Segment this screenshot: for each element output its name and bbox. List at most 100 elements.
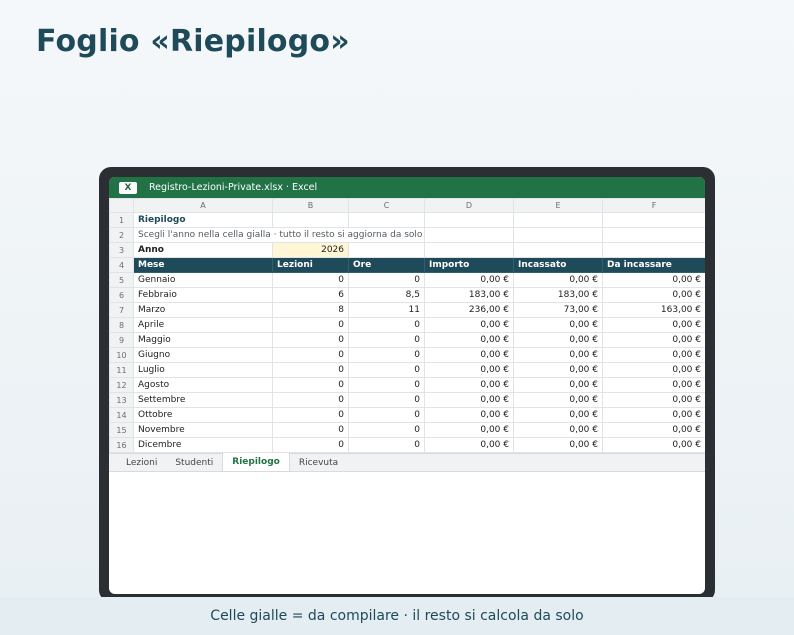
column-header-d[interactable]: D — [424, 198, 514, 213]
cell-incassato[interactable]: 0,00 € — [513, 407, 603, 423]
cell-da-incassare[interactable]: 0,00 € — [602, 392, 705, 408]
cell-a1-sheet-title[interactable]: Riepilogo — [133, 212, 273, 228]
header-mese[interactable]: Mese — [133, 257, 273, 273]
cell-incassato[interactable]: 0,00 € — [513, 437, 603, 453]
row-number[interactable]: 14 — [109, 407, 134, 423]
cell-da-incassare[interactable]: 0,00 € — [602, 422, 705, 438]
cell-importo[interactable]: 0,00 € — [424, 347, 514, 363]
select-all-corner[interactable] — [109, 198, 134, 213]
cell-mese[interactable]: Giugno — [133, 347, 273, 363]
cell-importo[interactable]: 236,00 € — [424, 302, 514, 318]
row-number[interactable]: 8 — [109, 317, 134, 333]
cell[interactable] — [272, 212, 349, 228]
row-number[interactable]: 4 — [109, 257, 134, 273]
column-header-c[interactable]: C — [348, 198, 425, 213]
cell-mese[interactable]: Settembre — [133, 392, 273, 408]
cell-incassato[interactable]: 0,00 € — [513, 332, 603, 348]
cell[interactable] — [424, 227, 514, 243]
cell[interactable] — [602, 227, 705, 243]
sheet-tab-lezioni[interactable]: Lezioni — [117, 454, 166, 471]
cell-lezioni[interactable]: 0 — [272, 347, 349, 363]
cell[interactable] — [513, 242, 603, 258]
cell-da-incassare[interactable]: 0,00 € — [602, 317, 705, 333]
cell-da-incassare[interactable]: 0,00 € — [602, 407, 705, 423]
cell-lezioni[interactable]: 0 — [272, 407, 349, 423]
cell-mese[interactable]: Dicembre — [133, 437, 273, 453]
cell-lezioni[interactable]: 0 — [272, 317, 349, 333]
row-number[interactable]: 9 — [109, 332, 134, 348]
cell-mese[interactable]: Maggio — [133, 332, 273, 348]
row-number[interactable]: 12 — [109, 377, 134, 393]
cell[interactable] — [513, 227, 603, 243]
cell-mese[interactable]: Ottobre — [133, 407, 273, 423]
sheet-tab-studenti[interactable]: Studenti — [166, 454, 222, 471]
row-number[interactable]: 6 — [109, 287, 134, 303]
cell-lezioni[interactable]: 0 — [272, 362, 349, 378]
cell-incassato[interactable]: 0,00 € — [513, 377, 603, 393]
cell-incassato[interactable]: 0,00 € — [513, 392, 603, 408]
cell-ore[interactable]: 0 — [348, 362, 425, 378]
cell-importo[interactable]: 0,00 € — [424, 377, 514, 393]
cell-incassato[interactable]: 183,00 € — [513, 287, 603, 303]
cell-lezioni[interactable]: 8 — [272, 302, 349, 318]
cell-a3-year-label[interactable]: Anno — [133, 242, 273, 258]
cell-incassato[interactable]: 0,00 € — [513, 422, 603, 438]
cell-mese[interactable]: Marzo — [133, 302, 273, 318]
row-number[interactable]: 7 — [109, 302, 134, 318]
cell-lezioni[interactable]: 0 — [272, 392, 349, 408]
sheet-tab-ricevuta[interactable]: Ricevuta — [290, 454, 347, 471]
cell-incassato[interactable]: 0,00 € — [513, 362, 603, 378]
cell-ore[interactable]: 0 — [348, 422, 425, 438]
cell-ore[interactable]: 11 — [348, 302, 425, 318]
cell-incassato[interactable]: 73,00 € — [513, 302, 603, 318]
cell-importo[interactable]: 0,00 € — [424, 437, 514, 453]
column-header-e[interactable]: E — [513, 198, 603, 213]
header-importo[interactable]: Importo — [424, 257, 514, 273]
cell[interactable] — [424, 212, 514, 228]
cell-lezioni[interactable]: 0 — [272, 332, 349, 348]
cell-ore[interactable]: 0 — [348, 272, 425, 288]
cell-da-incassare[interactable]: 163,00 € — [602, 302, 705, 318]
column-header-b[interactable]: B — [272, 198, 349, 213]
cell[interactable] — [602, 212, 705, 228]
cell[interactable] — [424, 242, 514, 258]
row-number[interactable]: 13 — [109, 392, 134, 408]
header-lezioni[interactable]: Lezioni — [272, 257, 349, 273]
cell-mese[interactable]: Gennaio — [133, 272, 273, 288]
cell-ore[interactable]: 0 — [348, 332, 425, 348]
cell-importo[interactable]: 0,00 € — [424, 392, 514, 408]
cell-importo[interactable]: 0,00 € — [424, 407, 514, 423]
cell[interactable] — [513, 212, 603, 228]
cell-da-incassare[interactable]: 0,00 € — [602, 377, 705, 393]
cell-lezioni[interactable]: 0 — [272, 422, 349, 438]
row-number[interactable]: 5 — [109, 272, 134, 288]
cell-da-incassare[interactable]: 0,00 € — [602, 332, 705, 348]
cell-ore[interactable]: 0 — [348, 407, 425, 423]
cell-incassato[interactable]: 0,00 € — [513, 272, 603, 288]
cell-incassato[interactable]: 0,00 € — [513, 317, 603, 333]
row-number[interactable]: 3 — [109, 242, 134, 258]
cell-ore[interactable]: 0 — [348, 392, 425, 408]
cell[interactable] — [602, 242, 705, 258]
row-number[interactable]: 1 — [109, 212, 134, 228]
cell-da-incassare[interactable]: 0,00 € — [602, 287, 705, 303]
cell-a2-instructions[interactable]: Scegli l'anno nella cella gialla · tutto… — [133, 227, 425, 243]
cell-da-incassare[interactable]: 0,00 € — [602, 272, 705, 288]
cell-ore[interactable]: 0 — [348, 377, 425, 393]
cell-ore[interactable]: 0 — [348, 437, 425, 453]
cell-mese[interactable]: Agosto — [133, 377, 273, 393]
year-input-cell[interactable]: 2026 — [272, 242, 349, 258]
cell-importo[interactable]: 0,00 € — [424, 317, 514, 333]
cell-ore[interactable]: 8,5 — [348, 287, 425, 303]
row-number[interactable]: 15 — [109, 422, 134, 438]
cell-lezioni[interactable]: 0 — [272, 437, 349, 453]
cell-importo[interactable]: 0,00 € — [424, 362, 514, 378]
cell-da-incassare[interactable]: 0,00 € — [602, 347, 705, 363]
cell-ore[interactable]: 0 — [348, 347, 425, 363]
cell-importo[interactable]: 0,00 € — [424, 422, 514, 438]
row-number[interactable]: 11 — [109, 362, 134, 378]
column-header-f[interactable]: F — [602, 198, 705, 213]
cell-importo[interactable]: 0,00 € — [424, 332, 514, 348]
cell-mese[interactable]: Luglio — [133, 362, 273, 378]
cell-importo[interactable]: 0,00 € — [424, 272, 514, 288]
